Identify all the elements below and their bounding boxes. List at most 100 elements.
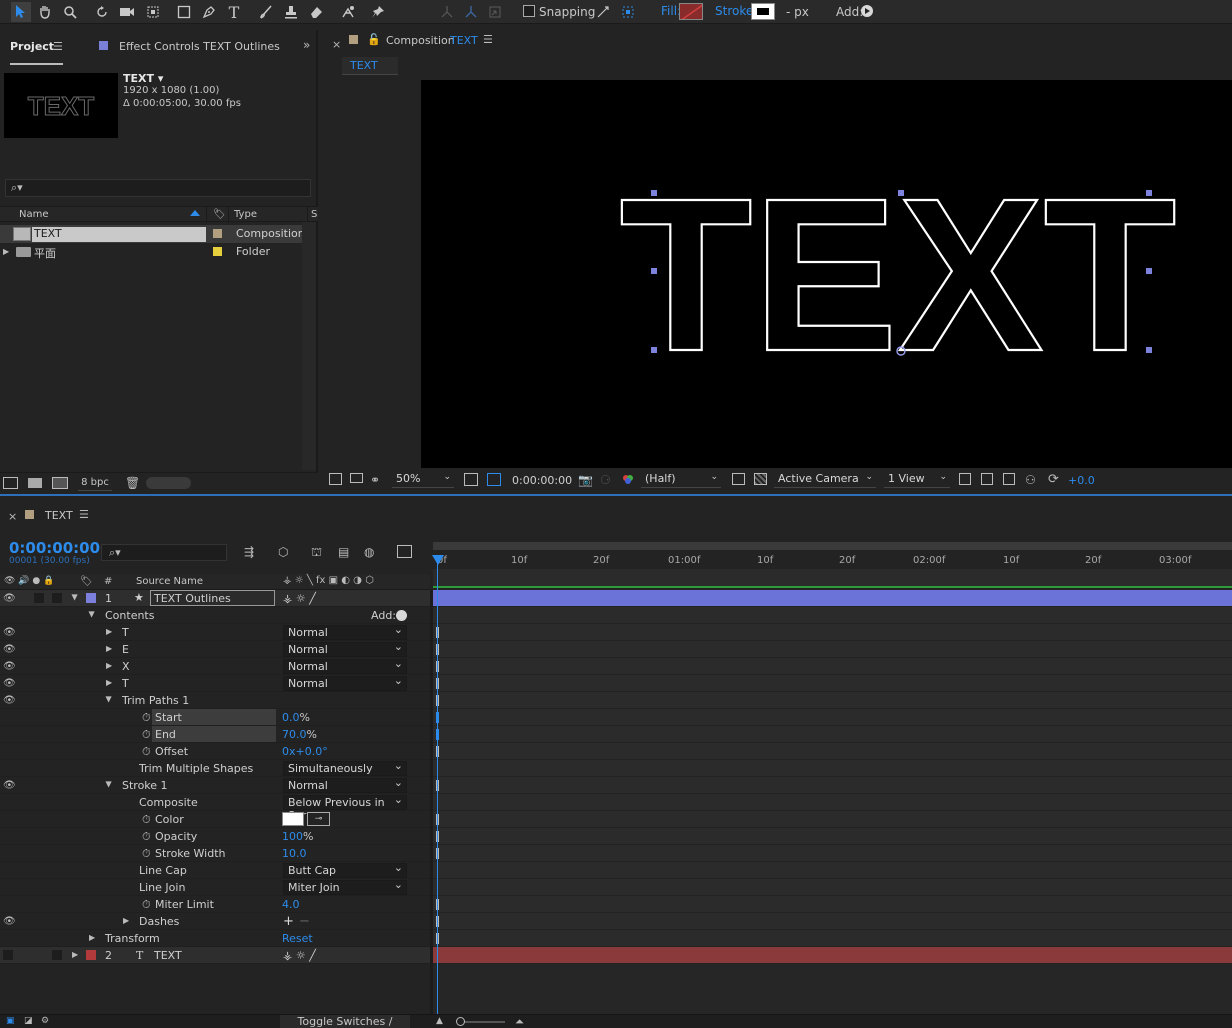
show-snapshot-icon[interactable]: ⚆: [600, 473, 611, 487]
trim-paths-row[interactable]: 👁 ▶ Trim Paths 1: [0, 692, 430, 709]
timeline-tab-name[interactable]: TEXT: [45, 509, 73, 522]
stopwatch-icon[interactable]: ⏱: [142, 830, 151, 844]
layer-bar-text-outlines[interactable]: [433, 590, 1232, 607]
camera-dropdown[interactable]: Active Camera ⌄: [774, 470, 876, 488]
layer-label-color[interactable]: [86, 593, 96, 603]
group-row-t2[interactable]: 👁 ▶ T Normal: [0, 674, 430, 692]
line-join-dropdown[interactable]: Miter Join: [283, 878, 407, 895]
project-scrollbar[interactable]: [302, 222, 316, 470]
group-row-x[interactable]: 👁 ▶ X Normal: [0, 657, 430, 675]
always-preview-icon[interactable]: [329, 473, 342, 485]
offset-value[interactable]: 0x+0.0°: [282, 745, 328, 758]
stopwatch-icon[interactable]: ⏱: [142, 711, 151, 725]
world-axis-icon[interactable]: [461, 2, 481, 22]
draft-3d-icon[interactable]: ⬡: [278, 545, 288, 559]
rotate-tool-icon[interactable]: [92, 2, 112, 22]
layer-switches-icon[interactable]: ⚶ ☼ ╱: [283, 949, 316, 962]
toggle-switches-modes-button[interactable]: Toggle Switches / Modes: [280, 1015, 410, 1028]
property-line-join[interactable]: Line Join Miter Join: [0, 878, 430, 896]
collapse-triangle-icon[interactable]: ▶: [71, 594, 80, 600]
lock-toggle[interactable]: [52, 593, 62, 603]
expand-triangle-icon[interactable]: ▶: [3, 247, 9, 256]
comp-breadcrumb[interactable]: TEXT: [342, 57, 398, 75]
composition-viewer[interactable]: TEXT: [421, 80, 1232, 468]
comp-mini-flowchart-icon[interactable]: ⇶: [244, 545, 254, 559]
new-folder-icon[interactable]: [28, 478, 42, 488]
collapse-triangle-icon[interactable]: ▶: [105, 696, 114, 702]
stroke-width-value[interactable]: 10.0: [282, 847, 307, 860]
add-content-button[interactable]: [396, 610, 407, 621]
panel-menu-icon[interactable]: ☰: [483, 33, 493, 46]
group-row-t[interactable]: 👁 ▶ T Normal: [0, 623, 430, 641]
comp-tab-prefix[interactable]: Composition: [386, 34, 455, 47]
fast-preview-icon[interactable]: [732, 473, 745, 485]
property-composite[interactable]: Composite Below Previous in Sar: [0, 793, 430, 822]
region-of-interest-icon[interactable]: [487, 473, 501, 486]
roto-brush-tool-icon[interactable]: [338, 2, 358, 22]
property-miter-limit[interactable]: ⏱ Miter Limit 4.0: [0, 896, 430, 913]
stroke-color-swatch[interactable]: [282, 812, 304, 826]
eyedropper-icon[interactable]: ⊸: [307, 812, 330, 826]
eraser-tool-icon[interactable]: [306, 2, 326, 22]
stroke-swatch[interactable]: [751, 3, 775, 20]
layer-name[interactable]: TEXT: [154, 949, 182, 962]
type-tool-icon[interactable]: T: [224, 2, 244, 22]
blend-mode-dropdown[interactable]: Normal: [283, 623, 407, 640]
lock-icon[interactable]: 🔓: [367, 33, 381, 46]
property-line-cap[interactable]: Line Cap Butt Cap: [0, 861, 430, 879]
footer-toggle-icon[interactable]: ⚙: [41, 1016, 49, 1026]
local-axis-icon[interactable]: [437, 2, 457, 22]
camera-tool-icon[interactable]: [117, 2, 137, 22]
layer-label-color[interactable]: [86, 950, 96, 960]
footer-toggle-icon[interactable]: ▣: [6, 1016, 15, 1026]
trash-icon[interactable]: 🗑: [125, 476, 140, 490]
work-area-bar[interactable]: [433, 542, 1232, 550]
label-column-icon[interactable]: 🏷: [213, 209, 226, 220]
graph-editor-icon[interactable]: [397, 545, 412, 558]
composite-dropdown[interactable]: Below Previous in Sar: [283, 793, 407, 822]
snap-features-icon[interactable]: [618, 2, 638, 22]
project-item-name[interactable]: TEXT ▾: [123, 72, 163, 85]
label-color-swatch[interactable]: [213, 247, 222, 256]
zoom-dropdown[interactable]: 50% ⌄: [392, 470, 454, 488]
col-number[interactable]: #: [104, 576, 112, 587]
playhead-handle[interactable]: [432, 555, 444, 565]
label-column-icon[interactable]: 🏷: [80, 576, 93, 587]
property-offset[interactable]: ⏱ Offset 0x+0.0°: [0, 743, 430, 760]
new-composition-icon[interactable]: [52, 477, 68, 489]
footer-toggle-icon[interactable]: ◪: [24, 1016, 33, 1026]
property-stroke-width[interactable]: ⏱ Stroke Width 10.0: [0, 845, 430, 862]
panel-menu-icon[interactable]: ☰: [53, 40, 63, 53]
panel-overflow-icon[interactable]: »: [303, 38, 310, 52]
comp-tab-name[interactable]: TEXT: [450, 34, 478, 47]
lock-toggle[interactable]: [52, 950, 62, 960]
expand-triangle-icon[interactable]: ▶: [106, 661, 112, 670]
grid-toggle-icon[interactable]: [464, 473, 478, 486]
zoom-in-icon[interactable]: ⏶: [515, 1015, 524, 1028]
visibility-eye-icon[interactable]: 👁: [3, 916, 16, 927]
flowchart-icon[interactable]: ⚇: [1025, 473, 1036, 487]
interpret-footage-icon[interactable]: [3, 477, 18, 489]
add-dash-icon[interactable]: +: [283, 914, 294, 929]
timeline-search-input[interactable]: ⌕▾: [101, 544, 227, 561]
layer-name[interactable]: TEXT Outlines: [154, 592, 231, 605]
layer-bar-text[interactable]: [433, 947, 1232, 964]
transparency-grid-icon[interactable]: [754, 473, 767, 485]
visibility-eye-icon[interactable]: 👁: [3, 695, 16, 706]
opacity-value[interactable]: 100: [282, 830, 303, 843]
comp-flowchart-icon[interactable]: [1003, 473, 1015, 485]
exposure-value[interactable]: +0.0: [1068, 474, 1095, 487]
reset-exposure-icon[interactable]: ⟳: [1048, 472, 1059, 487]
blend-mode-dropdown[interactable]: Normal: [283, 674, 407, 691]
motion-blur-icon[interactable]: ◍: [364, 545, 374, 559]
mask-visibility-icon[interactable]: ⚭: [370, 473, 380, 487]
property-contents[interactable]: ▶ Contents Add:: [0, 607, 430, 624]
property-opacity[interactable]: ⏱ Opacity 100%: [0, 828, 430, 845]
shy-layers-icon[interactable]: ⛫: [311, 545, 322, 561]
close-tab-icon[interactable]: ×: [8, 510, 17, 523]
stroke-width-value[interactable]: - px: [786, 5, 809, 19]
project-search-input[interactable]: ⌕▾: [5, 179, 311, 197]
expand-triangle-icon[interactable]: ▶: [72, 950, 78, 959]
view-axis-icon[interactable]: [485, 2, 505, 22]
dashes-row[interactable]: 👁 ▶ Dashes + −: [0, 913, 430, 930]
